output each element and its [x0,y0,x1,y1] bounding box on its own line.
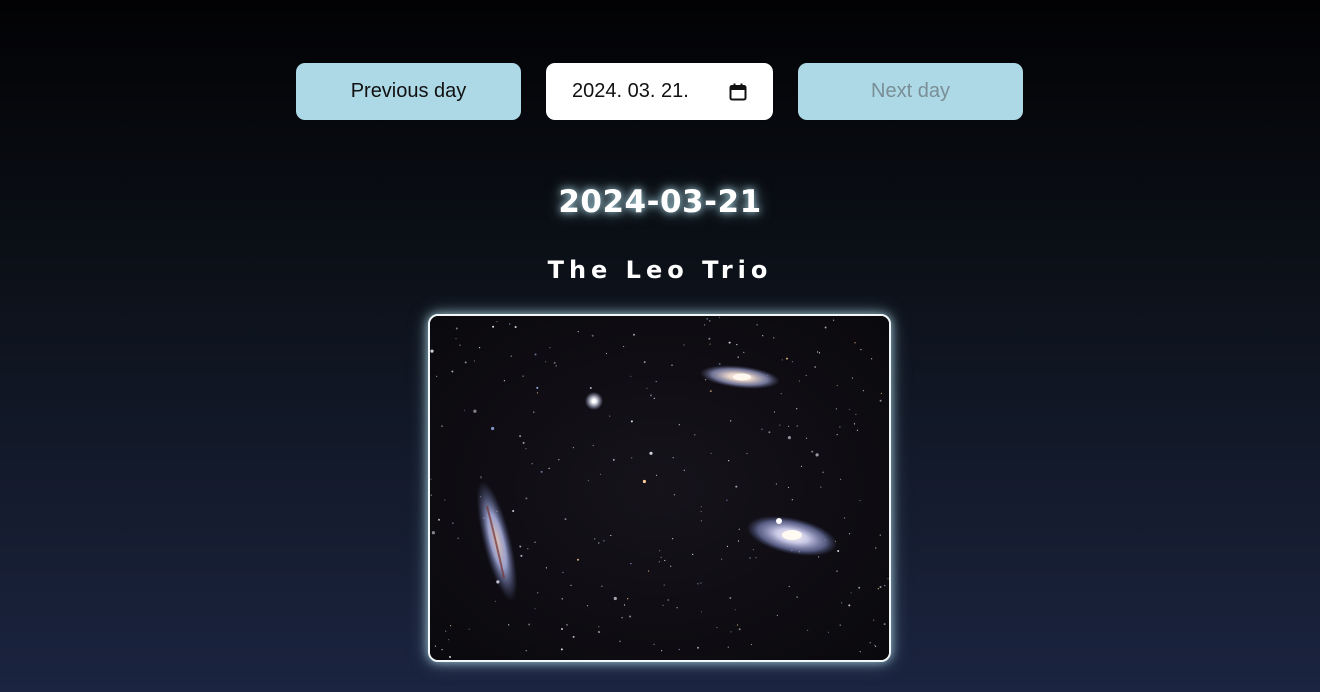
apod-date-heading: 2024-03-21 [558,184,762,220]
previous-day-button[interactable]: Previous day [296,63,521,120]
next-day-button[interactable]: Next day [798,63,1023,120]
date-input-value[interactable]: 2024. 03. 21. [572,80,729,103]
leo-trio-galaxies-image [430,316,889,660]
calendar-icon[interactable] [729,83,747,101]
apod-image[interactable] [428,314,891,662]
date-input[interactable]: 2024. 03. 21. [546,63,773,120]
apod-title: The Leo Trio [547,256,773,284]
